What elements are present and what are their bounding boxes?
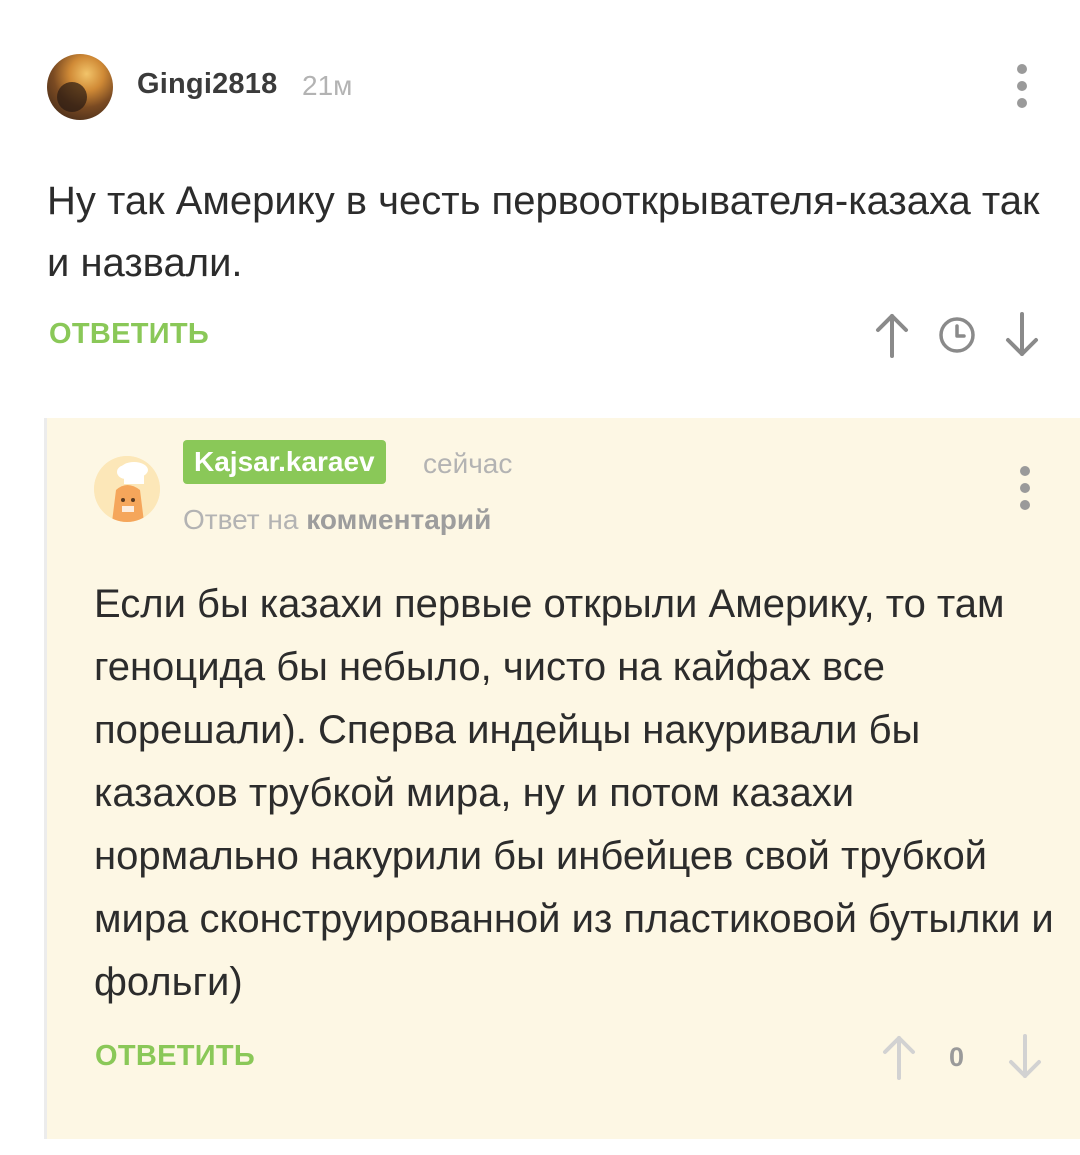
reply-button[interactable]: ОТВЕТИТЬ bbox=[49, 318, 209, 351]
comment: Gingi2818 21м Ну так Америку в честь пер… bbox=[0, 0, 1080, 400]
more-vertical-icon[interactable] bbox=[1019, 466, 1031, 510]
chef-avatar-icon bbox=[94, 456, 160, 522]
arrow-down-icon[interactable] bbox=[1002, 312, 1042, 358]
arrow-down-icon[interactable] bbox=[1005, 1034, 1045, 1080]
comment-text: Ну так Америку в честь первооткрывателя-… bbox=[47, 179, 1040, 285]
score-value: 0 bbox=[949, 1042, 965, 1072]
more-vertical-icon[interactable] bbox=[1016, 64, 1028, 108]
avatar[interactable] bbox=[47, 54, 113, 120]
reply-comment: Kajsar.karaev сейчас Ответ на комментари… bbox=[44, 418, 1080, 1139]
reply-to-prefix: Ответ на bbox=[183, 504, 299, 535]
reply-author[interactable]: Kajsar.karaev bbox=[183, 440, 386, 484]
arrow-up-icon[interactable] bbox=[879, 1034, 919, 1080]
reply-text: Если бы казахи первые открыли Америку, т… bbox=[94, 582, 1054, 1004]
reply-to-line: Ответ на комментарий bbox=[183, 504, 491, 536]
reply-time: сейчас bbox=[423, 448, 513, 479]
reply-button[interactable]: ОТВЕТИТЬ bbox=[95, 1040, 255, 1073]
avatar[interactable] bbox=[94, 456, 160, 522]
comment-author[interactable]: Gingi2818 bbox=[137, 68, 277, 101]
clock-icon[interactable] bbox=[938, 316, 976, 354]
comment-time: 21м bbox=[302, 70, 353, 101]
arrow-up-icon[interactable] bbox=[872, 312, 912, 358]
comments-page: Gingi2818 21м Ну так Америку в честь пер… bbox=[0, 0, 1080, 1155]
reply-to-link[interactable]: комментарий bbox=[306, 504, 491, 535]
